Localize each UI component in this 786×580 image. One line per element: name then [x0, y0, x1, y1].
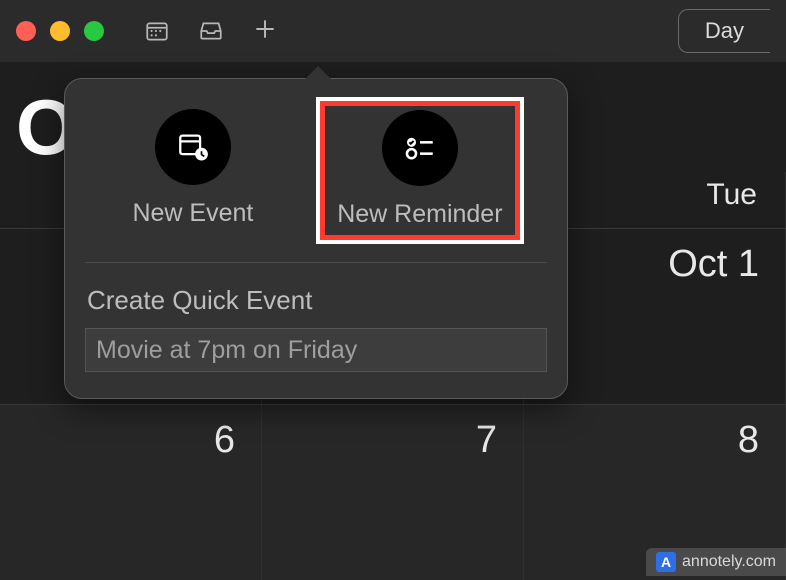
quick-event-input[interactable] — [85, 328, 547, 372]
date-cell[interactable]: 6 — [0, 405, 262, 580]
new-event-label: New Event — [132, 199, 253, 228]
popover-body: New Event New Reminder Create Quick Even… — [64, 78, 568, 399]
toolbar-icons — [144, 18, 224, 44]
annotely-text: annotely.com — [682, 553, 776, 571]
add-button[interactable] — [252, 16, 278, 47]
new-reminder-label: New Reminder — [337, 200, 502, 229]
popover-actions: New Event New Reminder — [85, 101, 547, 263]
reminder-list-icon — [382, 110, 458, 186]
annotely-logo-icon: A — [656, 552, 676, 572]
calendars-icon[interactable] — [144, 18, 170, 44]
popover-arrow — [304, 66, 332, 80]
maximize-window-button[interactable] — [84, 21, 104, 41]
inbox-icon[interactable] — [198, 18, 224, 44]
close-window-button[interactable] — [16, 21, 36, 41]
minimize-window-button[interactable] — [50, 21, 70, 41]
new-reminder-button[interactable]: New Reminder — [320, 101, 519, 240]
window-controls — [16, 21, 104, 41]
annotely-watermark[interactable]: A annotely.com — [646, 548, 786, 576]
new-event-popover: New Event New Reminder Create Quick Even… — [64, 78, 568, 399]
date-cell[interactable]: 7 — [262, 405, 524, 580]
calendar-event-icon — [155, 109, 231, 185]
quick-event-heading: Create Quick Event — [85, 285, 547, 316]
new-event-button[interactable]: New Event — [112, 101, 273, 240]
view-mode-day[interactable]: Day — [678, 9, 770, 53]
toolbar: Day — [0, 0, 786, 62]
